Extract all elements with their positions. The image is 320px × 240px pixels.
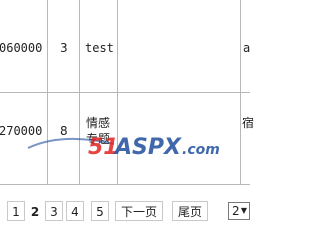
row-title-line1: 情感 [86,116,111,130]
page-select-value: 2 [232,204,240,218]
row-divider [0,92,250,93]
row-extra-cell: a [243,41,251,55]
row-extra-cell: 宿 [242,116,255,130]
row-number-cell: 8 [60,124,68,138]
last-page-button[interactable]: 尾页 [172,201,208,221]
pagination: 1 2 3 4 5 下一页 尾页 2 ▼ [0,201,250,223]
chevron-down-icon: ▼ [240,206,247,215]
page-link-5[interactable]: 5 [91,201,109,221]
data-table: 060000 3 test a 270000 8 情感 专题 宿 [0,0,254,185]
next-page-button[interactable]: 下一页 [115,201,163,221]
row-id-cell: 270000 [0,124,43,138]
page-link-4[interactable]: 4 [66,201,84,221]
row-divider [0,184,250,185]
page-current-2: 2 [27,201,43,221]
row-id-cell: 060000 [0,41,43,55]
row-title-line2: 专题 [86,132,111,146]
row-number-cell: 3 [60,41,68,55]
page-select[interactable]: 2 ▼ [228,202,250,220]
page-link-1[interactable]: 1 [7,201,25,221]
page-link-3[interactable]: 3 [45,201,63,221]
row-title-cell: test [85,41,114,55]
